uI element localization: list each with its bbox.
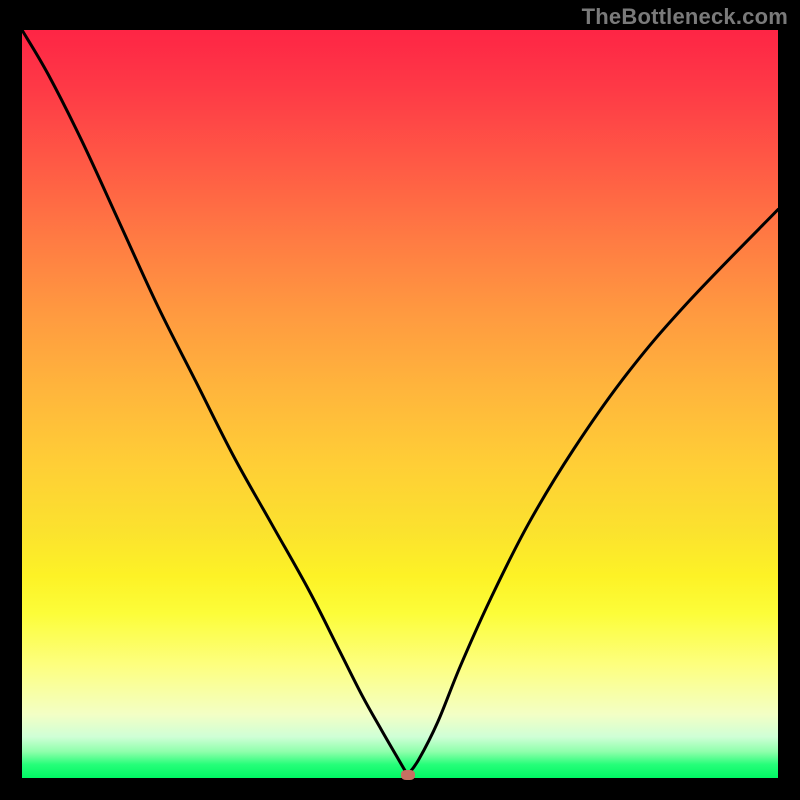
chart-curve (22, 30, 778, 778)
watermark-text: TheBottleneck.com (582, 4, 788, 30)
optimum-marker (401, 770, 415, 780)
